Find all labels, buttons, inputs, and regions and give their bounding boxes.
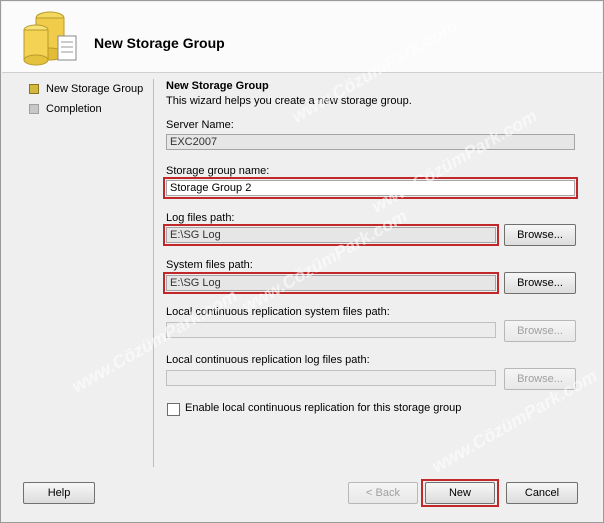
system-files-path-label: System files path: <box>166 259 253 271</box>
log-files-path-label: Log files path: <box>166 212 235 224</box>
highlight-box <box>163 177 578 199</box>
lcr-system-files-path-input[interactable] <box>166 322 496 338</box>
enable-lcr-checkbox[interactable] <box>167 403 180 416</box>
log-files-browse-button[interactable]: Browse... <box>504 224 576 246</box>
highlight-box <box>421 479 499 507</box>
wizard-header: New Storage Group <box>2 2 602 73</box>
wizard-window: New Storage Group New Storage Group Comp… <box>0 0 604 523</box>
content-description: This wizard helps you create a new stora… <box>166 95 412 107</box>
step-new-storage-group: New Storage Group <box>29 79 143 99</box>
lcr-log-files-browse-button[interactable]: Browse... <box>504 368 576 390</box>
step-completion: Completion <box>29 99 143 119</box>
lcr-system-files-browse-button[interactable]: Browse... <box>504 320 576 342</box>
server-name-field: EXC2007 <box>166 134 575 150</box>
lcr-system-files-path-label: Local continuous replication system file… <box>166 306 390 318</box>
step-inactive-icon <box>29 104 39 114</box>
help-button[interactable]: Help <box>23 482 95 504</box>
cancel-button[interactable]: Cancel <box>506 482 578 504</box>
step-label: Completion <box>46 103 102 115</box>
server-name-label: Server Name: <box>166 119 234 131</box>
wizard-steps: New Storage Group Completion <box>29 79 143 119</box>
watermark-text: www.CözümPark.com <box>368 105 541 217</box>
back-button[interactable]: < Back <box>348 482 418 504</box>
lcr-log-files-path-label: Local continuous replication log files p… <box>166 354 370 366</box>
database-icon <box>23 11 77 66</box>
lcr-log-files-path-input[interactable] <box>166 370 496 386</box>
divider <box>153 79 154 467</box>
system-files-browse-button[interactable]: Browse... <box>504 272 576 294</box>
content-heading: New Storage Group <box>166 80 269 92</box>
highlight-box <box>163 272 499 294</box>
enable-lcr-label: Enable local continuous replication for … <box>185 402 462 414</box>
step-active-icon <box>29 84 39 94</box>
step-label: New Storage Group <box>46 83 144 95</box>
content-header: New Storage Group This wizard helps you … <box>166 80 586 117</box>
wizard-title: New Storage Group <box>94 35 225 51</box>
highlight-box <box>163 224 499 246</box>
watermark-text: www.CözümPark.com <box>238 205 411 317</box>
storage-group-name-label: Storage group name: <box>166 165 270 177</box>
